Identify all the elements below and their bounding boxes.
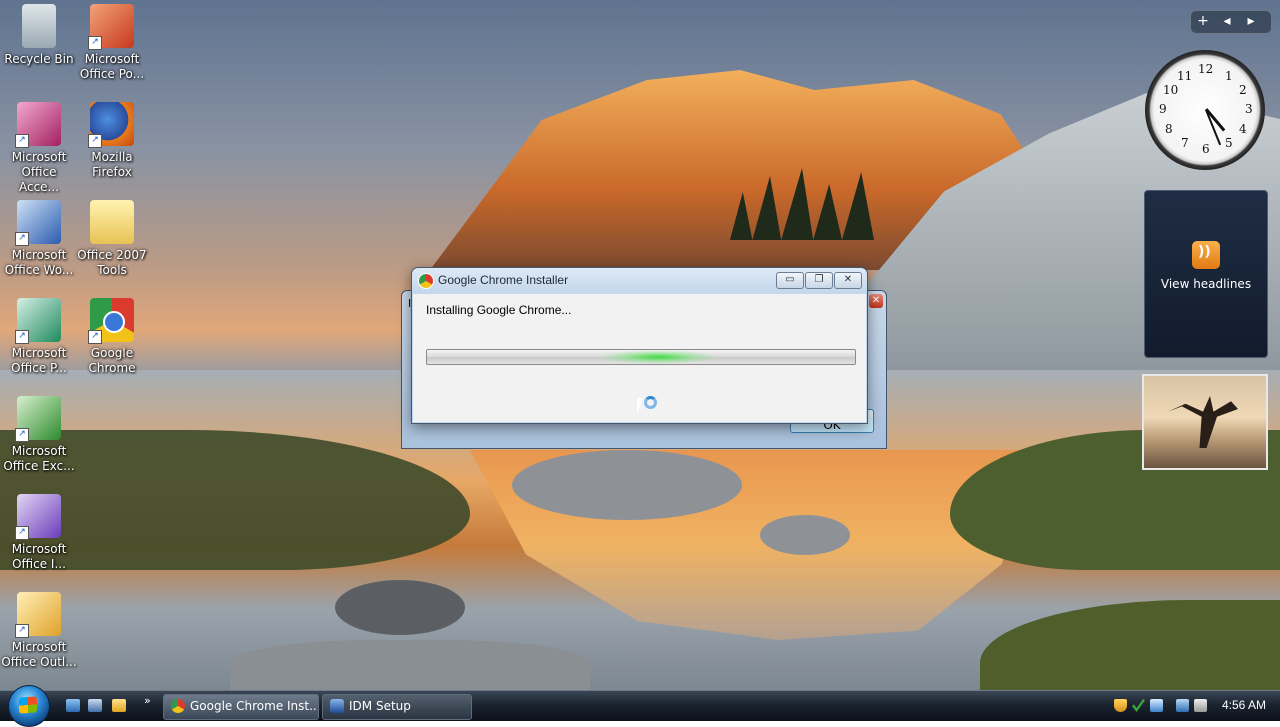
- sidebar-controls: + ◂ ▸: [1190, 10, 1272, 34]
- desktop-icon-access[interactable]: ↗ Microsoft Office Acce...: [0, 100, 78, 195]
- explorer-quicklaunch-icon[interactable]: [112, 699, 126, 712]
- spinner-icon: [644, 396, 657, 409]
- previous-gadget-button[interactable]: ◂: [1215, 11, 1239, 32]
- rss-icon: [1192, 241, 1220, 269]
- next-gadget-button[interactable]: ▸: [1239, 11, 1263, 32]
- shortcut-arrow-icon: ↗: [15, 526, 29, 540]
- desktop-icon-outlook[interactable]: ↗ Microsoft Office Outl...: [0, 590, 78, 670]
- minimize-button[interactable]: ▭: [776, 272, 804, 289]
- shortcut-arrow-icon: ↗: [15, 330, 29, 344]
- window-title: Google Chrome Installer: [438, 273, 569, 287]
- taskbar-button-label: IDM Setup: [349, 699, 411, 713]
- desktop-icon-publisher[interactable]: ↗ Microsoft Office P...: [0, 296, 78, 376]
- taskbar-button-chrome-installer[interactable]: Google Chrome Inst...: [163, 694, 319, 720]
- desktop-icon-label: Recycle Bin: [4, 52, 74, 66]
- notification-area: 4:56 AM: [1108, 694, 1280, 718]
- clock-number: 9: [1159, 102, 1167, 116]
- maximize-button[interactable]: ❐: [805, 272, 833, 289]
- desktop-icon-word[interactable]: ↗ Microsoft Office Wo...: [0, 198, 78, 278]
- access-icon: ↗: [15, 102, 61, 148]
- clock-number: 12: [1198, 62, 1214, 76]
- powerpoint-icon: ↗: [88, 4, 134, 50]
- close-icon[interactable]: ✕: [869, 294, 883, 308]
- wallpaper-rock: [512, 450, 742, 520]
- publisher-icon: ↗: [15, 298, 61, 344]
- desktop-icon-label: Microsoft Office Po...: [79, 52, 145, 81]
- security-shield-icon[interactable]: [1114, 699, 1127, 712]
- wallpaper-rock: [335, 580, 465, 635]
- desktop-icon-label: Microsoft Office Acce...: [11, 150, 67, 194]
- install-status-text: Installing Google Chrome...: [426, 303, 572, 317]
- desktop-icon-office-tools[interactable]: Office 2007 Tools: [73, 198, 151, 278]
- feed-headlines-gadget[interactable]: View headlines: [1144, 190, 1268, 358]
- slideshow-gadget[interactable]: [1142, 374, 1268, 470]
- add-gadget-button[interactable]: +: [1191, 11, 1215, 32]
- clock-number: 6: [1202, 142, 1210, 156]
- desktop-icon-label: Mozilla Firefox: [91, 150, 133, 179]
- shortcut-arrow-icon: ↗: [88, 36, 102, 50]
- chrome-icon: ↗: [88, 298, 134, 344]
- taskbar-button-label: Google Chrome Inst...: [190, 699, 319, 713]
- network-icon[interactable]: [1176, 699, 1189, 712]
- word-icon: ↗: [15, 200, 61, 246]
- desktop-icon-label: Microsoft Office Exc...: [3, 444, 75, 473]
- recycle-bin-icon: [22, 4, 56, 48]
- clock-number: 8: [1165, 122, 1173, 136]
- switch-windows-icon[interactable]: [88, 699, 102, 712]
- taskbar-button-idm-setup[interactable]: IDM Setup: [322, 694, 472, 720]
- shortcut-arrow-icon: ↗: [88, 330, 102, 344]
- clock-number: 10: [1163, 83, 1179, 97]
- clock-number: 11: [1177, 69, 1193, 83]
- folder-icon: [90, 200, 134, 244]
- taskbar: » Google Chrome Inst... IDM Setup 4:56 A…: [0, 685, 1280, 727]
- volume-muted-icon[interactable]: [1194, 699, 1207, 712]
- outlook-icon: ↗: [15, 592, 61, 638]
- desktop-icon-chrome[interactable]: ↗ Google Chrome: [73, 296, 151, 376]
- windows-logo-icon: [19, 696, 37, 714]
- desktop-icon-label: Google Chrome: [88, 346, 136, 375]
- desktop-icon-infopath[interactable]: ↗ Microsoft Office I...: [0, 492, 78, 572]
- progress-marquee-glow: [598, 350, 719, 364]
- tray-app-icon[interactable]: [1150, 699, 1163, 712]
- shortcut-arrow-icon: ↗: [88, 134, 102, 148]
- clock-number: 3: [1245, 102, 1253, 116]
- infopath-icon: ↗: [15, 494, 61, 540]
- desktop-icon-firefox[interactable]: ↗ Mozilla Firefox: [73, 100, 151, 180]
- desktop-icon-excel[interactable]: ↗ Microsoft Office Exc...: [0, 394, 78, 474]
- desktop-icon-powerpoint[interactable]: ↗ Microsoft Office Po...: [73, 2, 151, 82]
- desktop-icon-recycle-bin[interactable]: Recycle Bin: [0, 2, 78, 67]
- wallpaper-rock: [230, 640, 590, 690]
- busy-cursor-icon: [637, 394, 657, 416]
- taskbar-clock[interactable]: 4:56 AM: [1222, 698, 1266, 712]
- start-button[interactable]: [8, 685, 50, 727]
- desktop-icon-label: Microsoft Office I...: [11, 542, 67, 571]
- shortcut-arrow-icon: ↗: [15, 232, 29, 246]
- quicklaunch-overflow-button[interactable]: »: [144, 694, 151, 707]
- idm-icon: [330, 699, 344, 713]
- show-desktop-icon[interactable]: [66, 699, 80, 712]
- shortcut-arrow-icon: ↗: [15, 624, 29, 638]
- shortcut-arrow-icon: ↗: [15, 428, 29, 442]
- desktop-icon-label: Microsoft Office Outl...: [1, 640, 77, 669]
- checkmark-icon[interactable]: [1132, 699, 1145, 712]
- clock-number: 5: [1225, 136, 1233, 150]
- clock-gadget[interactable]: 12 1 2 3 4 5 6 7 8 9 10 11: [1145, 50, 1265, 170]
- excel-icon: ↗: [15, 396, 61, 442]
- firefox-icon: ↗: [88, 102, 134, 148]
- wallpaper-rock: [760, 515, 850, 555]
- clock-number: 7: [1181, 136, 1189, 150]
- clock-number: 2: [1239, 83, 1247, 97]
- desktop-icon-label: Microsoft Office Wo...: [4, 248, 74, 277]
- view-headlines-link[interactable]: View headlines: [1145, 277, 1267, 291]
- clock-number: 4: [1239, 122, 1247, 136]
- chrome-icon: [418, 273, 434, 289]
- chrome-icon: [171, 699, 185, 713]
- close-button[interactable]: ✕: [834, 272, 862, 289]
- install-progress-bar: [426, 349, 856, 365]
- window-titlebar[interactable]: Google Chrome Installer ▭ ❐ ✕: [412, 268, 867, 294]
- desktop-icon-label: Microsoft Office P...: [11, 346, 67, 375]
- desktop-icon-label: Office 2007 Tools: [77, 248, 147, 277]
- clock-number: 1: [1225, 69, 1233, 83]
- shortcut-arrow-icon: ↗: [15, 134, 29, 148]
